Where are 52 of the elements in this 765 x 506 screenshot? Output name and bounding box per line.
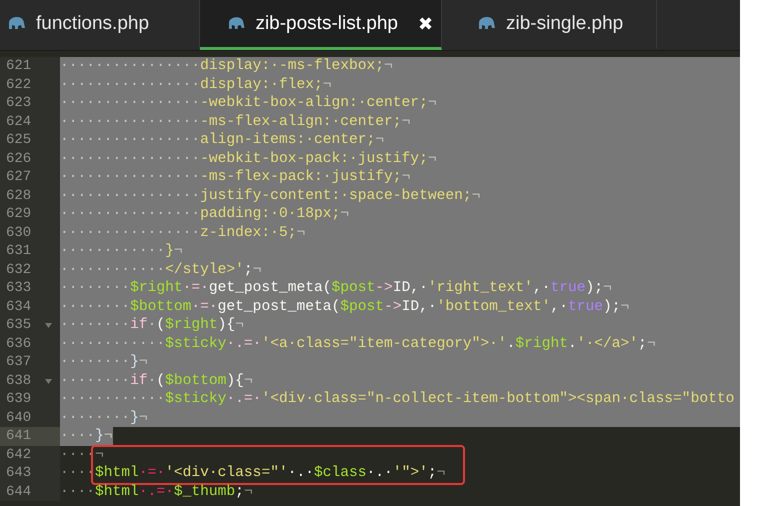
code-line: ············$sticky·.=·'<a·class="item-category">·'.$right.'·</a>';¬: [60, 334, 656, 353]
line-number: 642: [5, 446, 32, 464]
line-number: 644: [5, 482, 32, 501]
line-number: 631: [5, 242, 32, 260]
fold-arrow-icon[interactable]: [45, 378, 52, 384]
code-line: ········}¬: [60, 353, 148, 372]
close-button[interactable]: ✖: [418, 12, 433, 34]
fold-arrow-icon[interactable]: [45, 323, 52, 328]
line-number: 621: [5, 57, 32, 76]
line-number: 637: [5, 353, 32, 372]
code-line: ················-webkit-box-align:·center;¬: [60, 94, 437, 112]
code-line: ················align-items:·center;¬: [60, 131, 384, 150]
elephant-icon: [478, 17, 496, 30]
line-number: 628: [5, 186, 32, 205]
code-line: ········$right·=·get_post_meta($post->ID,·'right_text',·true);¬: [60, 279, 612, 298]
line-number: 632: [5, 260, 32, 279]
code-line: ····$html·.=·$_thumb;¬: [60, 482, 253, 501]
line-number: 636: [5, 334, 32, 353]
line-number: 624: [5, 112, 32, 131]
line-number: 635: [5, 316, 32, 334]
code-line: ················-ms-flex-align:·center;¬: [60, 112, 410, 131]
line-number: 627: [5, 168, 32, 186]
code-line: ················padding:·0·18px;¬: [60, 205, 350, 224]
code-line: ················z-index:·5;¬: [60, 224, 306, 242]
code-line: ················display:·-ms-flexbox;¬: [60, 57, 393, 76]
line-number: 640: [5, 408, 32, 427]
line-number: 633: [5, 279, 32, 298]
file-tab[interactable]: zib-posts-list.php ✖: [200, 0, 442, 50]
code-line: ················-ms-flex-pack:·justify;¬: [60, 168, 410, 186]
line-number: 622: [5, 76, 32, 94]
line-number: 630: [5, 224, 32, 242]
line-number: 625: [5, 131, 32, 150]
line-number: 638: [5, 372, 32, 390]
code-line: ········$bottom·=·get_post_meta($post->ID,·'bottom_text',·true);¬: [60, 298, 630, 316]
code-line: ················-webkit-box-pack:·justify;¬: [60, 150, 437, 168]
line-number: 641: [5, 427, 32, 446]
code-line: ············}¬: [60, 242, 183, 260]
code-line: ········if·($right){¬: [60, 316, 244, 334]
elephant-icon: [8, 17, 26, 30]
code-line: ············$sticky·.=·'<div·class="n-collect-item-bottom"><span·class="botto: [60, 390, 734, 408]
line-number: 629: [5, 205, 32, 224]
line-number: 623: [5, 94, 32, 112]
code-line: ········}¬: [60, 408, 148, 427]
line-number: 634: [5, 298, 32, 316]
line-number: 639: [5, 390, 32, 408]
elephant-icon: [228, 17, 246, 30]
code-line: ················display:·flex;¬: [60, 76, 332, 94]
code-line: ············</style>';¬: [60, 260, 262, 279]
line-number: 626: [5, 150, 32, 168]
line-number: 643: [5, 464, 32, 482]
code-line: ········if·($bottom){¬: [60, 372, 253, 390]
code-line: ················justify-content:·space-between;¬: [60, 186, 480, 205]
